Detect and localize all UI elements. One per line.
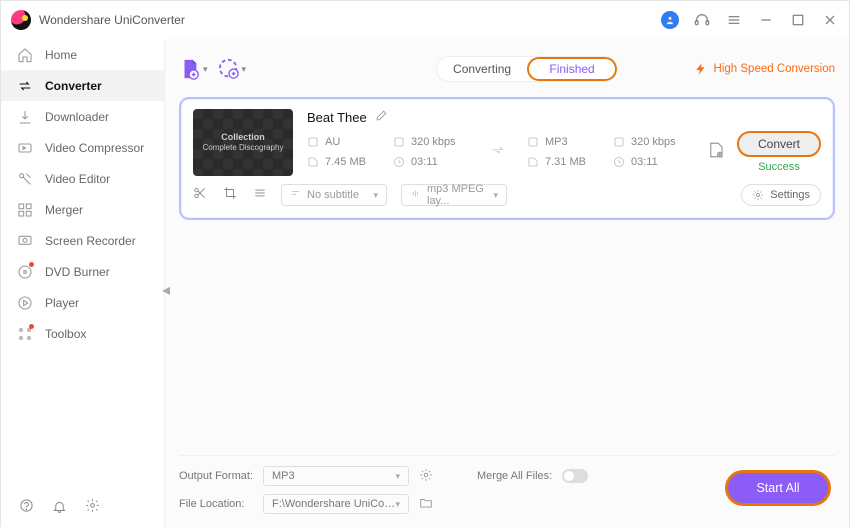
sidebar-footer: [1, 488, 164, 528]
sidebar-item-label: Downloader: [45, 110, 109, 124]
sidebar-item-recorder[interactable]: Screen Recorder: [1, 225, 164, 256]
sidebar-item-label: Screen Recorder: [45, 234, 136, 248]
high-speed-conversion[interactable]: High Speed Conversion: [694, 62, 835, 76]
status-tabs: Converting Finished: [436, 56, 618, 82]
format-settings-icon[interactable]: [419, 468, 433, 485]
account-avatar[interactable]: [661, 11, 679, 29]
bolt-icon: [694, 62, 708, 76]
chevron-down-icon: ▾: [395, 471, 400, 482]
audio-icon: [410, 188, 421, 202]
output-settings-icon[interactable]: [707, 141, 725, 164]
chevron-down-icon: ▾: [242, 64, 247, 75]
sidebar-item-label: Home: [45, 48, 77, 62]
item-thumbnail: Collection Complete Discography: [193, 109, 293, 176]
app-logo-icon: [11, 10, 31, 30]
sidebar-item-merger[interactable]: Merger: [1, 194, 164, 225]
source-stats: AU 320 kbps 7.45 MB 03:11: [307, 132, 473, 172]
chevron-down-icon: ▾: [203, 64, 208, 75]
subtitle-icon: [290, 188, 301, 202]
menu-icon[interactable]: [725, 11, 743, 29]
sidebar-item-home[interactable]: Home: [1, 39, 164, 70]
sidebar-collapse[interactable]: ◂: [160, 280, 172, 300]
brand: Wondershare UniConverter: [11, 10, 185, 30]
sidebar-item-label: Video Editor: [45, 172, 110, 186]
sidebar-item-label: Video Compressor: [45, 141, 144, 155]
crop-icon[interactable]: [223, 186, 237, 205]
start-all-button[interactable]: Start All: [728, 473, 828, 503]
chevron-down-icon: ▾: [395, 499, 400, 510]
window-maximize[interactable]: [789, 11, 807, 29]
notifications-icon[interactable]: [52, 498, 67, 518]
arrow-right-icon: [483, 139, 517, 166]
app-title: Wondershare UniConverter: [39, 13, 185, 27]
output-format-label: Output Format:: [179, 470, 253, 482]
subtitle-select[interactable]: No subtitle ▾: [281, 184, 387, 206]
merge-label: Merge All Files:: [477, 470, 552, 482]
add-file-button[interactable]: ▾: [179, 58, 208, 80]
main-panel: ▾ ▾ Converting Finished High Speed Conve…: [164, 39, 849, 528]
tab-converting[interactable]: Converting: [437, 57, 527, 81]
sidebar-item-label: Player: [45, 296, 79, 310]
target-stats: MP3 320 kbps 7.31 MB 03:11: [527, 132, 693, 172]
item-title: Beat Thee: [307, 110, 367, 125]
output-format-select[interactable]: MP3 ▾: [263, 466, 409, 486]
sidebar-item-label: Merger: [45, 203, 83, 217]
sidebar-item-label: Converter: [45, 79, 102, 93]
codec-select[interactable]: mp3 MPEG lay... ▾: [401, 184, 507, 206]
toolbar: ▾ ▾ Converting Finished High Speed Conve…: [179, 47, 835, 91]
help-icon[interactable]: [19, 498, 34, 518]
gear-icon: [752, 189, 764, 201]
settings-icon[interactable]: [85, 498, 100, 518]
sidebar-item-toolbox[interactable]: Toolbox: [1, 318, 164, 349]
chevron-down-icon: ▾: [373, 190, 378, 201]
tab-finished[interactable]: Finished: [527, 57, 617, 81]
more-icon[interactable]: [253, 186, 267, 205]
convert-button[interactable]: Convert: [737, 131, 821, 157]
window-minimize[interactable]: [757, 11, 775, 29]
conversion-item-card: Collection Complete Discography Beat The…: [179, 97, 835, 220]
file-location-label: File Location:: [179, 498, 253, 510]
sidebar-item-editor[interactable]: Video Editor: [1, 163, 164, 194]
sidebar: Home Converter Downloader Video Compress…: [1, 39, 164, 528]
settings-chip[interactable]: Settings: [741, 184, 821, 206]
titlebar: Wondershare UniConverter: [1, 1, 849, 39]
sidebar-item-dvd[interactable]: DVD Burner: [1, 256, 164, 287]
support-icon[interactable]: [693, 11, 711, 29]
sidebar-item-downloader[interactable]: Downloader: [1, 101, 164, 132]
sidebar-item-compressor[interactable]: Video Compressor: [1, 132, 164, 163]
sidebar-item-converter[interactable]: Converter: [1, 70, 164, 101]
window-close[interactable]: [821, 11, 839, 29]
chevron-down-icon: ▾: [493, 190, 498, 201]
add-url-button[interactable]: ▾: [218, 58, 247, 80]
sidebar-item-label: Toolbox: [45, 327, 86, 341]
file-location-select[interactable]: F:\Wondershare UniConverter ▾: [263, 494, 409, 514]
open-folder-icon[interactable]: [419, 496, 433, 513]
trim-icon[interactable]: [193, 186, 207, 205]
merge-toggle[interactable]: [562, 469, 588, 483]
edit-title-icon[interactable]: [375, 109, 388, 125]
titlebar-actions: [661, 11, 839, 29]
sidebar-item-label: DVD Burner: [45, 265, 110, 279]
status-success: Success: [758, 161, 800, 173]
sidebar-item-player[interactable]: Player: [1, 287, 164, 318]
